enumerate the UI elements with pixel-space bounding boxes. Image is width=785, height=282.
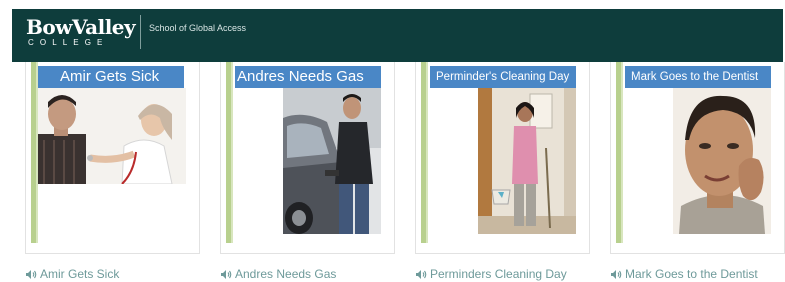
page: BowValley COLLEGE School of Global Acces…: [0, 0, 785, 282]
bow-valley-logo[interactable]: BowValley COLLEGE: [26, 15, 136, 52]
book-cover-title: Mark Goes to the Dentist: [625, 66, 771, 88]
speaker-icon: [221, 269, 232, 279]
audio-link-perminder[interactable]: Perminders Cleaning Day: [415, 265, 567, 282]
book-cover-title: Amir Gets Sick: [38, 66, 184, 88]
audio-link-andres[interactable]: Andres Needs Gas: [220, 265, 336, 282]
audio-link-amir[interactable]: Amir Gets Sick: [25, 265, 119, 282]
book-cover-title: Andres Needs Gas: [235, 66, 381, 88]
site-header: BowValley COLLEGE School of Global Acces…: [12, 9, 783, 62]
audio-link-mark[interactable]: Mark Goes to the Dentist: [610, 265, 758, 282]
dentist-photo: [673, 88, 771, 234]
book-cover-title: Perminder's Cleaning Day: [430, 66, 576, 88]
audio-link-label: Perminders Cleaning Day: [430, 267, 567, 281]
header-divider: [140, 15, 141, 49]
book-card-andres[interactable]: Andres Needs Gas: [220, 62, 395, 254]
book-card-mark[interactable]: Mark Goes to the Dentist: [610, 62, 785, 254]
audio-link-label: Mark Goes to the Dentist: [625, 267, 758, 281]
cleaning-day-photo: [478, 88, 576, 234]
speaker-icon: [416, 269, 427, 279]
audio-link-label: Andres Needs Gas: [235, 267, 337, 281]
gas-station-photo: [283, 88, 381, 234]
speaker-icon: [26, 269, 37, 279]
book-card-perminder[interactable]: Perminder's Cleaning Day: [415, 62, 590, 254]
book-card-amir[interactable]: Amir Gets Sick: [25, 62, 200, 254]
speaker-icon: [611, 269, 622, 279]
logo-wordmark: BowValley: [26, 15, 136, 39]
logo-subtitle: COLLEGE: [28, 38, 109, 47]
audio-link-label: Amir Gets Sick: [40, 267, 120, 281]
doctor-patient-photo: [38, 88, 186, 184]
school-name: School of Global Access: [149, 23, 247, 33]
